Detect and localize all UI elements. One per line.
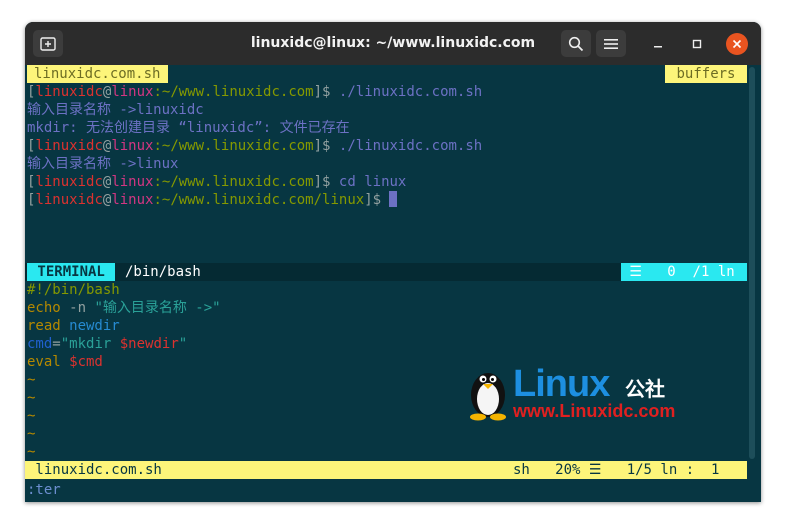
terminal-content[interactable]: linuxidc.com.sh buffers [linuxidc@linux:… (25, 65, 761, 502)
buffers-label[interactable]: buffers (665, 65, 747, 83)
text-cursor (389, 191, 398, 207)
minimize-icon (654, 46, 662, 48)
code-line: cmd="mkdir $newdir" (27, 336, 188, 352)
menu-button[interactable] (596, 30, 626, 57)
watermark-url: www.Linuxidc.com (513, 401, 676, 421)
watermark-cn-text: 公社 (625, 377, 665, 401)
search-icon (568, 36, 584, 51)
terminal-line: [linuxidc@linux:~/www.linuxidc.com]$ ./l… (27, 84, 483, 100)
tux-penguin-logo (470, 373, 506, 421)
command-line[interactable]: :ter (27, 481, 61, 499)
close-button[interactable] (726, 33, 748, 55)
close-icon (732, 39, 742, 49)
scrollbar[interactable] (749, 67, 755, 459)
empty-line-marker: ~ (27, 372, 36, 388)
terminal-name: /bin/bash (125, 264, 201, 280)
buffer-tab-current[interactable]: linuxidc.com.sh (27, 65, 169, 83)
watermark: Linux 公社 www.Linuxidc.com (465, 363, 685, 425)
terminal-line: mkdir: 无法创建目录 “linuxidc”: 文件已存在 (27, 120, 350, 136)
terminal-position: ☰ 0 /1 ln (621, 263, 747, 281)
terminal-line: 输入目录名称 ->linuxidc (27, 102, 204, 118)
terminal-line: [linuxidc@linux:~/www.linuxidc.com]$ cd … (27, 174, 407, 190)
watermark-logo-text: Linux (513, 363, 610, 405)
empty-line-marker: ~ (27, 390, 36, 406)
terminal-line: [linuxidc@linux:~/www.linuxidc.com]$ ./l… (27, 138, 483, 154)
maximize-button[interactable] (686, 33, 708, 55)
status-position-info: sh 20% ☰ 1/5 ln : 1 (513, 462, 728, 478)
status-filename: linuxidc.com.sh (27, 462, 162, 478)
search-button[interactable] (561, 30, 591, 57)
minimize-button[interactable] (647, 33, 669, 55)
terminal-line: [linuxidc@linux:~/www.linuxidc.com/linux… (27, 191, 398, 209)
empty-line-marker: ~ (27, 408, 36, 424)
terminal-window: linuxidc@linux: ~/www.linuxidc.com linux… (25, 22, 761, 502)
empty-line-marker: ~ (27, 444, 36, 460)
terminal-line: 输入目录名称 ->linux (27, 156, 179, 172)
hamburger-menu-icon (604, 38, 618, 49)
code-line: #!/bin/bash (27, 282, 120, 298)
terminal-mode-badge: TERMINAL (27, 263, 116, 281)
code-line: eval $cmd (27, 354, 103, 370)
code-line: read newdir (27, 318, 120, 334)
empty-line-marker: ~ (27, 426, 36, 442)
code-line: echo -n "输入目录名称 ->" (27, 300, 221, 316)
maximize-icon (692, 39, 702, 49)
title-bar: linuxidc@linux: ~/www.linuxidc.com (25, 22, 761, 65)
